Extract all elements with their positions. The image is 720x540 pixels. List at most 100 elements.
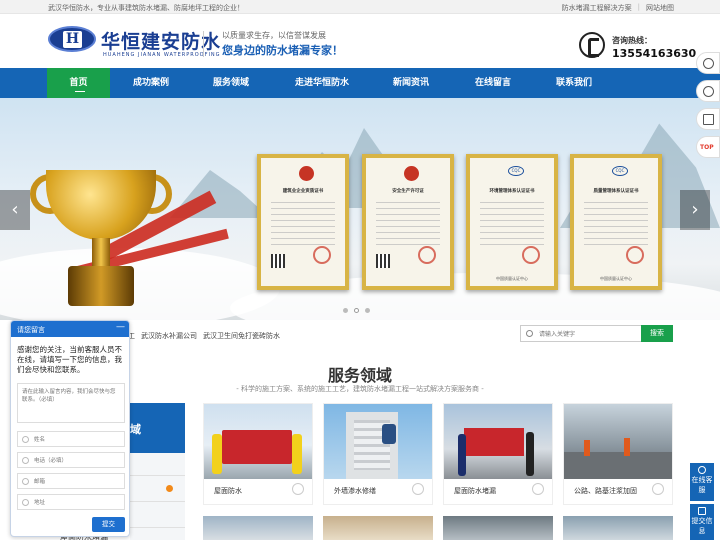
service-card[interactable]: 公路、路基注浆加固 [563, 403, 673, 505]
certificate-title: 安全生产许可证 [392, 189, 424, 194]
phone-icon [703, 86, 714, 97]
hot-keyword-link[interactable]: 武汉卫生间免打瓷砖防水 [203, 331, 280, 341]
chat-bubble-icon [703, 58, 714, 69]
back-to-top-button[interactable]: TOP [696, 136, 720, 158]
category-header: 域 [130, 403, 185, 453]
hand-icon [532, 483, 544, 495]
category-arrow-icon[interactable] [166, 485, 173, 492]
service-card-next-row[interactable] [323, 516, 433, 540]
phone-icon [22, 457, 29, 464]
slogan-big: 您身边的防水堵漏专家！ [222, 44, 343, 57]
service-caption: 屋面防水堵漏 [454, 487, 496, 495]
seal-icon [522, 246, 540, 264]
service-card-next-row[interactable] [563, 516, 673, 540]
phone-input[interactable] [34, 456, 122, 465]
name-input[interactable] [34, 435, 122, 444]
slider-dot[interactable] [365, 308, 370, 313]
message-textarea[interactable] [17, 383, 125, 423]
hotline-label: 咨询热线： [612, 36, 652, 45]
service-category-panel: 域 [130, 403, 185, 540]
float-chat-button[interactable] [696, 52, 720, 74]
logo-h-icon: H [63, 31, 82, 48]
hot-keyword-link[interactable]: 武汉防水补漏公司 [141, 331, 197, 341]
back-to-top-label: TOP [700, 144, 714, 151]
hot-keywords: 工 武汉防水补漏公司 武汉卫生间免打瓷砖防水 [128, 331, 280, 341]
slider-prev-arrow-icon[interactable]: ‹ [0, 190, 30, 230]
service-card[interactable]: 屋面防水 [203, 403, 313, 505]
hero-banner: 建筑业企业资质证书 安全生产许可证 CQC 环境管理体系认证证书 中国质量认证中… [0, 98, 720, 320]
service-card-next-row[interactable] [443, 516, 553, 540]
search-button[interactable]: 搜索 [641, 325, 673, 342]
slider-next-arrow-icon[interactable]: › [680, 190, 710, 230]
logo-emblem[interactable]: H [48, 26, 96, 52]
certificate-footer: 中国质量认证中心 [600, 276, 632, 281]
ccc-logo-icon: CQC [612, 166, 628, 176]
side-tab-online-service[interactable]: 在线客服 [690, 463, 714, 501]
slider-dot-active[interactable] [354, 308, 359, 313]
side-tab-submit-info[interactable]: 提交信息 [690, 504, 714, 540]
certificate-card[interactable]: CQC 环境管理体系认证证书 中国质量认证中心 [466, 154, 558, 290]
certificate-text-lines [376, 202, 440, 246]
chat-message: 感谢您的关注，当前客服人员不在线，请填写一下您的信息，我们会尽快和您联系。 [17, 345, 122, 374]
category-divider [130, 475, 185, 476]
seal-icon [313, 246, 331, 264]
nav-message[interactable]: 在线留言 [462, 68, 524, 98]
category-divider [130, 501, 185, 502]
hand-icon [292, 483, 304, 495]
location-icon [22, 499, 29, 506]
top-links: 防水堵漏工程解决方案 | 网站地图 [562, 3, 674, 13]
slider-dots [343, 308, 370, 313]
nav-home[interactable]: 首页 [47, 68, 110, 98]
service-card[interactable]: 屋面防水堵漏 [443, 403, 553, 505]
site-header: H 华恒建安防水 HUAHENG JIANAN WATERPROOFING 以质… [0, 15, 720, 68]
address-field [17, 494, 125, 510]
address-input[interactable] [34, 498, 122, 507]
service-caption: 外墙渗水修缮 [334, 487, 376, 495]
submit-button[interactable]: 提交 [92, 517, 125, 532]
email-input[interactable] [34, 477, 122, 486]
service-photo [564, 404, 672, 479]
category-header-label: 域 [130, 423, 141, 436]
certificate-card[interactable]: CQC 质量管理体系认证证书 中国质量认证中心 [570, 154, 662, 290]
main-nav: 首页 成功案例 服务领域 走进华恒防水 新闻资讯 在线留言 联系我们 [0, 68, 720, 98]
search-icon [526, 330, 533, 337]
leave-message-widget: 请您留言 — 感谢您的关注，当前客服人员不在线，请填写一下您的信息，我们会尽快和… [10, 320, 130, 537]
certificate-text-lines [584, 202, 648, 246]
seal-icon [418, 246, 436, 264]
top-link-solutions[interactable]: 防水堵漏工程解决方案 [562, 3, 632, 13]
top-link-sitemap[interactable]: 网站地图 [646, 3, 674, 13]
header-divider [203, 31, 204, 57]
chat-title: 请您留言 [17, 326, 45, 334]
certificate-card[interactable]: 建筑业企业资质证书 [257, 154, 349, 290]
minimize-icon[interactable]: — [116, 322, 125, 332]
certificate-card[interactable]: 安全生产许可证 [362, 154, 454, 290]
nav-about[interactable]: 走进华恒防水 [287, 68, 357, 98]
service-photo [204, 404, 312, 479]
nav-news[interactable]: 新闻资讯 [380, 68, 442, 98]
nav-cases[interactable]: 成功案例 [120, 68, 182, 98]
search-box [520, 325, 642, 342]
name-field [17, 431, 125, 447]
certificate-title: 建筑业企业资质证书 [282, 189, 324, 194]
slider-dot[interactable] [343, 308, 348, 313]
hotline-number[interactable]: 13554163630 [612, 47, 696, 60]
service-card[interactable]: 外墙渗水修缮 [323, 403, 433, 505]
email-icon [22, 478, 29, 485]
top-link-separator: | [637, 3, 640, 11]
nav-services[interactable]: 服务领域 [200, 68, 262, 98]
float-qrcode-button[interactable] [696, 108, 720, 130]
seal-icon [626, 246, 644, 264]
certificate-title: 质量管理体系认证证书 [593, 189, 639, 194]
national-emblem-icon [404, 166, 419, 181]
qr-code-icon [703, 114, 714, 125]
hand-icon [412, 483, 424, 495]
nav-contact[interactable]: 联系我们 [543, 68, 605, 98]
trophy-base-graphic [68, 266, 134, 306]
national-emblem-icon [299, 166, 314, 181]
float-phone-button[interactable] [696, 80, 720, 102]
certificate-footer: 中国质量认证中心 [496, 276, 528, 281]
chat-header: 请您留言 — [11, 321, 129, 337]
service-card-next-row[interactable] [203, 516, 313, 540]
search-input[interactable] [539, 328, 639, 340]
ccc-logo-icon: CQC [508, 166, 524, 176]
